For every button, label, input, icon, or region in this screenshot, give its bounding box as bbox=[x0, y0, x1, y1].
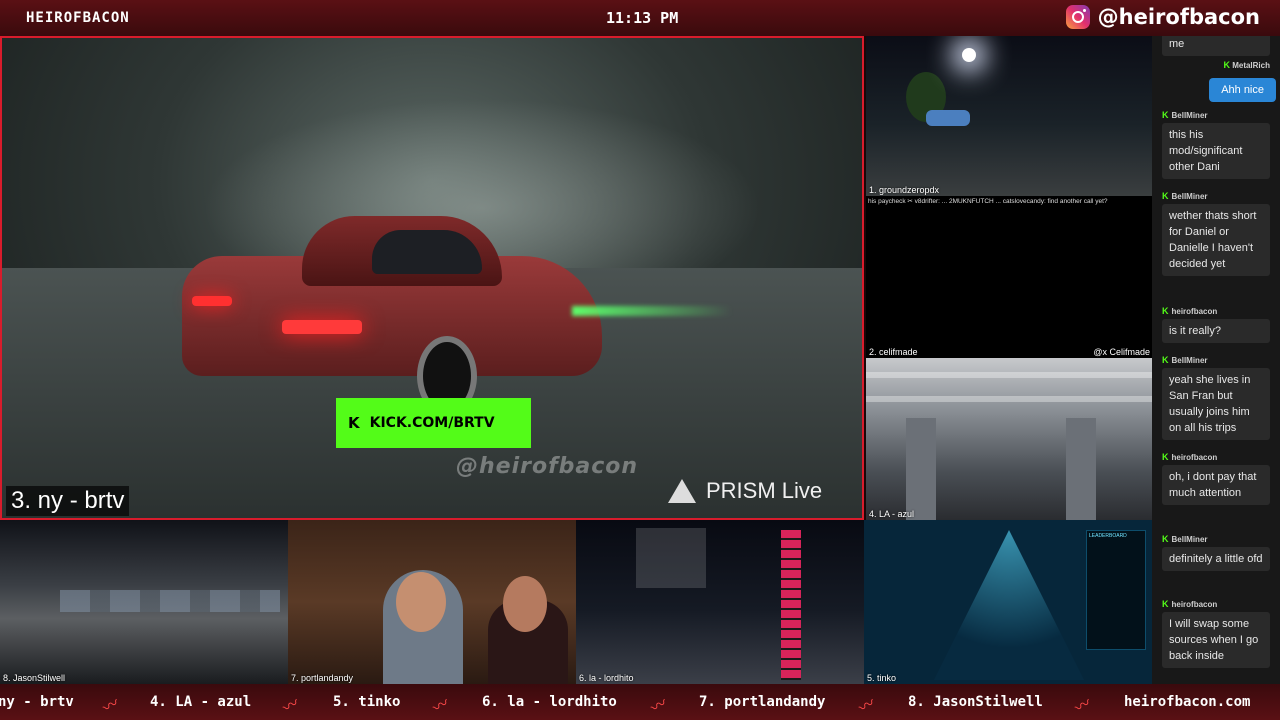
bacon-icon: 〰 bbox=[430, 694, 453, 718]
prism-text: PRISM Live bbox=[706, 478, 823, 503]
kick-badge-icon: K bbox=[1162, 452, 1169, 462]
channel-brand: HEIROFBACON bbox=[26, 10, 130, 26]
ticker-item: 8. JasonStilwell bbox=[908, 694, 1043, 710]
chat-panel[interactable]: me K MetalRich Ahh nice K BellMiner this … bbox=[1152, 36, 1280, 684]
plinko-board bbox=[934, 530, 1084, 680]
feed-la-azul[interactable]: 4. LA - azul bbox=[866, 358, 1152, 520]
kick-badge-icon: K bbox=[1162, 306, 1169, 316]
chat-message: Kheirofbacon is it really? bbox=[1162, 306, 1274, 343]
prism-icon bbox=[668, 479, 696, 503]
feed-label: 4. LA - azul bbox=[869, 509, 915, 519]
ticker-item: heirofbacon.com bbox=[1124, 694, 1251, 710]
kick-badge-icon: K bbox=[1223, 60, 1230, 70]
chat-message: K BellMiner this his mod/significant othe… bbox=[1162, 110, 1274, 179]
chat-message: K BellMiner definitely a little ofd bbox=[1162, 534, 1274, 571]
bacon-icon: 〰 bbox=[1072, 694, 1095, 718]
feed-lordhito[interactable]: 6. la - lordhito bbox=[576, 520, 864, 684]
ticker-item: 7. portlandandy bbox=[699, 694, 826, 710]
kick-badge-icon: K bbox=[1162, 599, 1169, 609]
feed-label: 7. portlandandy bbox=[291, 673, 354, 683]
kick-banner: K KICK.COM/BRTV bbox=[336, 398, 531, 448]
top-bar: HEIROFBACON 11:13 PM @heirofbacon bbox=[0, 0, 1280, 36]
kick-badge-icon: K bbox=[1162, 191, 1169, 201]
chat-message: K BellMiner yeah she lives in San Fran bu… bbox=[1162, 355, 1274, 440]
feed-label: 1. groundzeropdx bbox=[869, 185, 940, 195]
prism-live-logo: PRISM Live bbox=[668, 478, 822, 504]
watermark: @heirofbacon bbox=[456, 454, 639, 479]
drifting-car bbox=[182, 216, 602, 416]
ticker-item: 4. LA - azul bbox=[150, 694, 252, 710]
feed-groundzeropdx[interactable]: 1. groundzeropdx bbox=[866, 36, 1152, 196]
bacon-icon: 〰 bbox=[648, 694, 671, 718]
feed-chat-ticker: his paycheck ✂ v8drifter: ... 2MUKNFUTCH… bbox=[866, 196, 1152, 208]
graffiti-wall bbox=[60, 590, 280, 612]
chat-message: Kheirofbacon oh, i dont pay that much at… bbox=[1162, 452, 1274, 505]
feed-jasonstilwell[interactable]: 8. JasonStilwell bbox=[0, 520, 288, 684]
leaderboard-title: LEADERBOARD bbox=[1089, 533, 1127, 539]
chat-username: K MetalRich bbox=[1223, 60, 1270, 70]
bottom-ticker: ny - brtv 〰 4. LA - azul 〰 5. tinko 〰 6.… bbox=[0, 684, 1280, 720]
feed-tinko[interactable]: LEADERBOARD 5. tinko bbox=[864, 520, 1152, 684]
chat-fragment: me bbox=[1162, 36, 1274, 56]
instagram-handle: @heirofbacon bbox=[1065, 5, 1260, 29]
kick-badge-icon: K bbox=[1162, 355, 1169, 365]
street-lamp bbox=[962, 48, 976, 62]
kick-badge-icon: K bbox=[1162, 110, 1169, 120]
main-video-feed[interactable]: K KICK.COM/BRTV @heirofbacon PRISM Live … bbox=[0, 36, 864, 520]
feed-portlandandy[interactable]: 7. portlandandy bbox=[288, 520, 576, 684]
feed-label: 6. la - lordhito bbox=[579, 673, 634, 683]
kick-logo-icon: K bbox=[348, 414, 360, 432]
kick-badge-icon: K bbox=[1162, 534, 1169, 544]
chat-message: K BellMiner wether thats short for Daniel… bbox=[1162, 191, 1274, 276]
bacon-icon: 〰 bbox=[100, 694, 123, 718]
kick-url: KICK.COM/BRTV bbox=[369, 415, 495, 431]
bacon-icon: 〰 bbox=[856, 694, 879, 718]
clock: 11:13 PM bbox=[606, 9, 679, 27]
instagram-icon bbox=[1065, 5, 1090, 29]
overlay-panel bbox=[636, 528, 706, 588]
instagram-handle-text: @heirofbacon bbox=[1097, 5, 1260, 29]
feed-tag: @x Celifmade bbox=[1093, 347, 1150, 357]
leaderboard-panel: LEADERBOARD bbox=[1086, 530, 1146, 650]
feed-label: 2. celifmade bbox=[869, 347, 918, 357]
chat-own-message: Ahh nice bbox=[1209, 78, 1276, 102]
ticker-item: ny - brtv bbox=[0, 694, 74, 710]
feed-label: 5. tinko bbox=[867, 673, 897, 683]
overlay-list bbox=[781, 530, 801, 680]
feed-label: 8. JasonStilwell bbox=[3, 673, 66, 683]
feed-celifmade[interactable]: 2. celifmade @x Celifmade bbox=[866, 208, 1152, 358]
ticker-item: 5. tinko bbox=[333, 694, 401, 710]
ticker-item: 6. la - lordhito bbox=[482, 694, 617, 710]
chat-message: Kheirofbacon I will swap some sources wh… bbox=[1162, 599, 1274, 668]
main-feed-label: 3. ny - brtv bbox=[6, 486, 130, 516]
bacon-icon: 〰 bbox=[280, 694, 303, 718]
green-laser bbox=[572, 306, 732, 316]
